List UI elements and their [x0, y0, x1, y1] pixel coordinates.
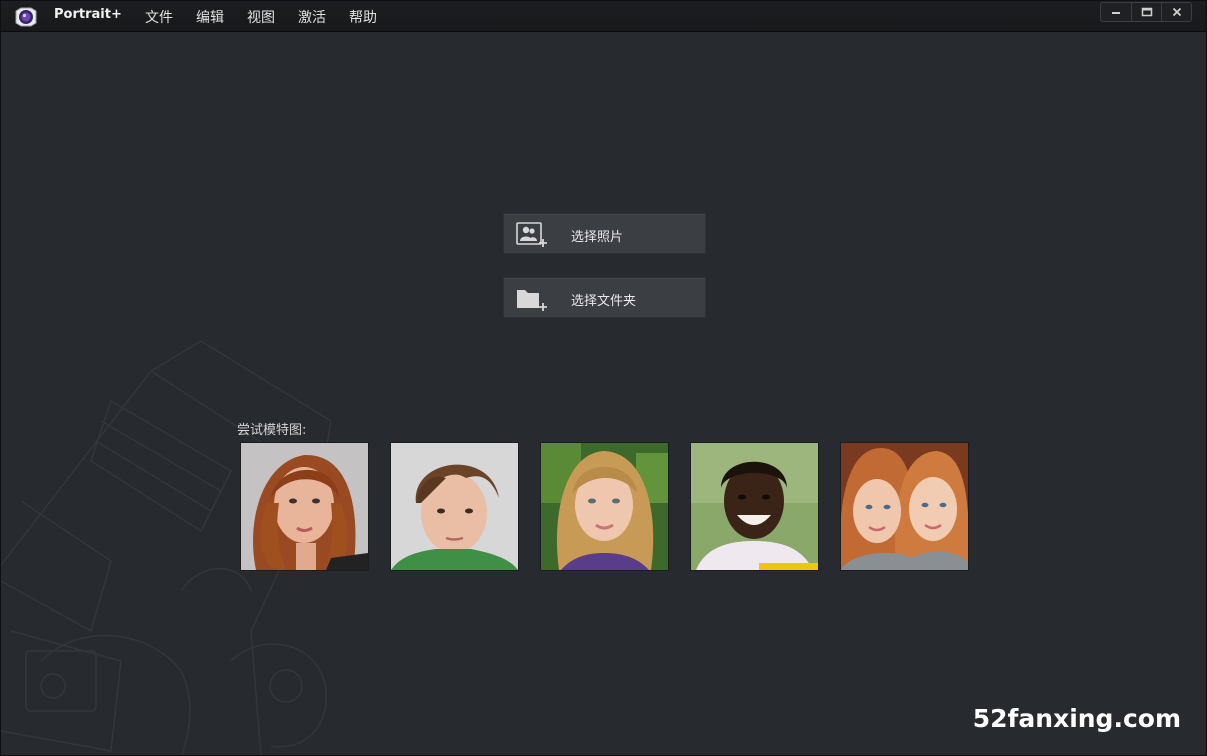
maximize-button[interactable] — [1131, 3, 1161, 21]
select-folder-label: 选择文件夹 — [571, 294, 637, 309]
select-photo-button[interactable]: 选择照片 — [503, 213, 706, 254]
select-folder-button[interactable]: 选择文件夹 — [503, 277, 706, 318]
menu-help[interactable]: 帮助 — [349, 7, 377, 27]
sample-portrait-5 — [841, 443, 968, 570]
app-logo-icon — [15, 7, 37, 27]
sample-portrait-3 — [541, 443, 668, 570]
sample-portrait-4 — [691, 443, 818, 570]
sample-image-4[interactable] — [690, 442, 819, 571]
sample-image-1[interactable] — [240, 442, 369, 571]
add-photo-icon — [516, 222, 547, 247]
sample-portrait-1 — [241, 443, 368, 570]
menu-view[interactable]: 视图 — [247, 7, 275, 27]
watermark-text: 52fanxing.com — [972, 704, 1181, 733]
add-folder-icon — [517, 290, 547, 311]
select-photo-label: 选择照片 — [571, 230, 624, 245]
title-bar: Portrait+ 文件 编辑 视图 激活 帮助 — [1, 1, 1206, 32]
minimize-icon — [1112, 12, 1120, 14]
sample-portrait-2 — [391, 443, 518, 570]
menu-edit[interactable]: 编辑 — [196, 7, 224, 27]
sample-image-3[interactable] — [540, 442, 669, 571]
sample-image-2[interactable] — [390, 442, 519, 571]
close-button[interactable] — [1161, 3, 1191, 21]
sample-images-label: 尝试模特图: — [237, 423, 307, 438]
sample-image-5[interactable] — [840, 442, 969, 571]
app-name: Portrait+ — [54, 7, 122, 22]
menu-bar: 文件 编辑 视图 激活 帮助 — [145, 7, 400, 27]
minimize-button[interactable] — [1101, 3, 1131, 21]
app-window: Portrait+ 文件 编辑 视图 激活 帮助 选择照片 选择文件夹 尝试模特… — [0, 0, 1207, 756]
close-icon — [1172, 7, 1181, 17]
maximize-icon — [1141, 7, 1152, 17]
window-controls — [1100, 2, 1192, 22]
menu-activate[interactable]: 激活 — [298, 7, 326, 27]
menu-file[interactable]: 文件 — [145, 7, 173, 27]
